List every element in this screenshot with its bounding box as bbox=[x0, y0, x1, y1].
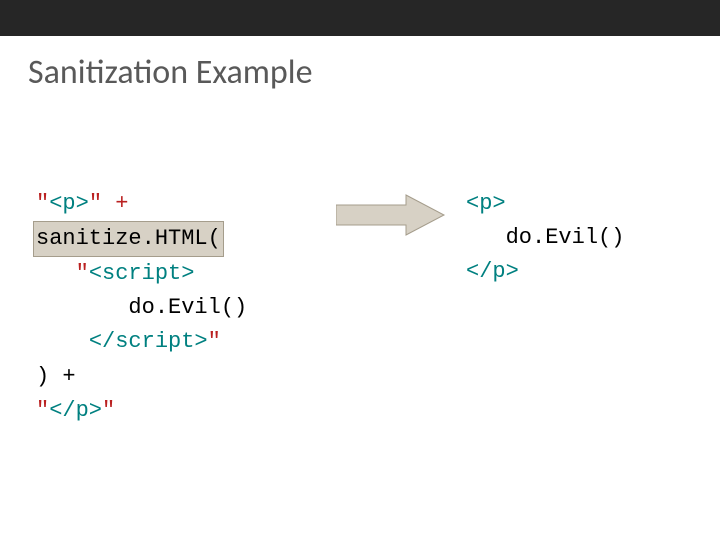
script-open-tag: <script> bbox=[89, 261, 195, 286]
indent-quote: " bbox=[36, 261, 89, 286]
quote-plus: " + bbox=[89, 191, 129, 216]
p-open-tag: <p> bbox=[49, 191, 89, 216]
arrow-container bbox=[336, 153, 456, 238]
do-evil-call: do.Evil() bbox=[36, 295, 247, 320]
quote: " bbox=[36, 398, 49, 423]
quote: " bbox=[36, 191, 49, 216]
code-left: "<p>" + sanitize.HTML( "<script> do.Evil… bbox=[36, 153, 336, 428]
quote: " bbox=[208, 329, 221, 354]
p-close-tag: </p> bbox=[49, 398, 102, 423]
code-right: <p> do.Evil() </p> bbox=[456, 153, 624, 289]
p-close-tag: </p> bbox=[466, 259, 519, 284]
sanitize-call-highlight: sanitize.HTML( bbox=[33, 221, 224, 257]
arrow-right-icon bbox=[336, 193, 446, 238]
script-close-tag: </script> bbox=[89, 329, 208, 354]
do-evil-output: do.Evil() bbox=[466, 225, 624, 250]
quote: " bbox=[102, 398, 115, 423]
slide-title: Sanitization Example bbox=[0, 36, 720, 93]
p-open-tag: <p> bbox=[466, 191, 506, 216]
content-area: "<p>" + sanitize.HTML( "<script> do.Evil… bbox=[0, 93, 720, 428]
close-paren-plus: ) + bbox=[36, 364, 76, 389]
top-bar bbox=[0, 0, 720, 36]
indent bbox=[36, 329, 89, 354]
sanitize-fn: sanitize.HTML( bbox=[36, 226, 221, 251]
